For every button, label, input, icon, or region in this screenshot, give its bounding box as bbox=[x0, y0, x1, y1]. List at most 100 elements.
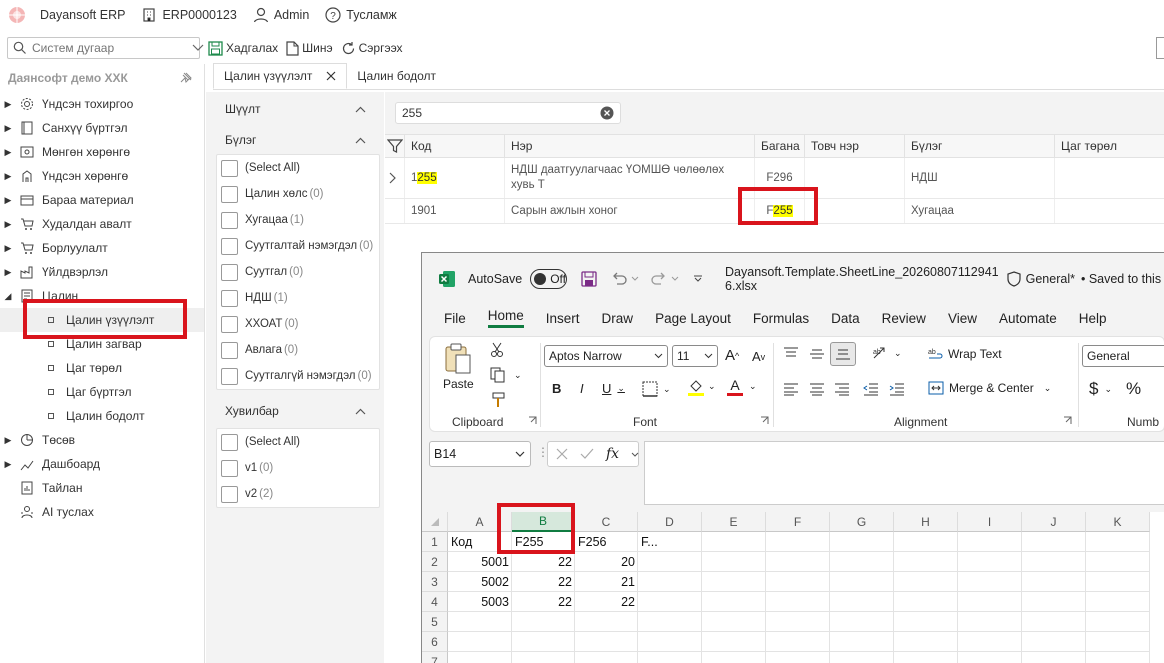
column-header-name[interactable]: Нэр bbox=[504, 135, 754, 157]
tab-salary-calculation[interactable]: Цалин бодолт bbox=[347, 63, 446, 89]
refresh-button[interactable]: Сэргээх bbox=[341, 41, 403, 56]
format-painter-icon[interactable] bbox=[490, 392, 506, 408]
filter-funnel-icon[interactable] bbox=[387, 138, 403, 154]
cell[interactable] bbox=[1086, 652, 1150, 663]
cell[interactable] bbox=[830, 612, 894, 632]
expand-arrow-icon[interactable]: ▶ bbox=[0, 219, 16, 230]
cell-value[interactable]: 22 bbox=[512, 552, 575, 572]
cell[interactable] bbox=[766, 632, 830, 652]
column-header-J[interactable]: J bbox=[1022, 512, 1086, 532]
cell[interactable] bbox=[1086, 552, 1150, 572]
chevron-down-icon[interactable] bbox=[631, 452, 639, 457]
grid-search-box[interactable]: 255 bbox=[395, 102, 621, 124]
column-header-group[interactable]: Бүлэг bbox=[904, 135, 1054, 157]
cell[interactable] bbox=[894, 532, 958, 552]
search-input[interactable] bbox=[32, 41, 187, 55]
cell-value[interactable]: 21 bbox=[575, 572, 638, 592]
number-format-dropdown[interactable]: General bbox=[1082, 345, 1164, 367]
sidebar-item-4[interactable]: ▶ Бараа материал bbox=[0, 188, 204, 212]
expand-arrow-icon[interactable]: ▶ bbox=[0, 435, 16, 446]
column-header-time-type[interactable]: Цаг төрөл bbox=[1054, 135, 1164, 157]
font-color-button[interactable]: A bbox=[727, 377, 743, 396]
checkbox[interactable] bbox=[221, 237, 238, 255]
row-header-1[interactable]: 1 bbox=[422, 532, 448, 552]
expand-arrow-icon[interactable]: ▶ bbox=[0, 147, 16, 158]
checkbox[interactable] bbox=[221, 263, 238, 281]
cell[interactable] bbox=[894, 632, 958, 652]
cell[interactable] bbox=[1022, 592, 1086, 612]
sidebar-item-3[interactable]: ▶ Үндсэн хөрөнгө bbox=[0, 164, 204, 188]
cancel-icon[interactable] bbox=[556, 448, 568, 460]
expand-arrow-icon[interactable]: ▶ bbox=[0, 243, 16, 254]
increase-indent-icon[interactable] bbox=[889, 382, 905, 396]
cell[interactable] bbox=[830, 572, 894, 592]
cell[interactable] bbox=[638, 632, 702, 652]
chevron-down-icon[interactable]: ⌄ bbox=[708, 381, 716, 392]
menu-view[interactable]: View bbox=[948, 311, 977, 326]
chevron-right-icon[interactable] bbox=[389, 172, 397, 184]
cell[interactable] bbox=[448, 612, 512, 632]
cell[interactable] bbox=[830, 632, 894, 652]
cell[interactable] bbox=[638, 652, 702, 663]
menu-page-layout[interactable]: Page Layout bbox=[655, 311, 731, 326]
chevron-down-icon[interactable] bbox=[192, 44, 204, 52]
cell[interactable] bbox=[575, 612, 638, 632]
name-box[interactable]: B14 bbox=[429, 441, 531, 467]
cell[interactable] bbox=[1086, 592, 1150, 612]
expand-arrow-icon[interactable]: ◢ bbox=[0, 291, 16, 302]
filter-option[interactable]: Авлага (0) bbox=[217, 337, 379, 363]
filter-option[interactable]: Суутгал (0) bbox=[217, 259, 379, 285]
filter-option[interactable]: Хугацаа (1) bbox=[217, 207, 379, 233]
sensitivity-label[interactable]: General* bbox=[1026, 272, 1075, 286]
column-header-C[interactable]: C bbox=[575, 512, 638, 532]
cell[interactable] bbox=[512, 632, 575, 652]
sidebar-bottom-item-1[interactable]: ▶ Дашбоард bbox=[0, 452, 204, 476]
row-header-7[interactable]: 7 bbox=[422, 652, 448, 663]
cell[interactable] bbox=[894, 552, 958, 572]
chevron-down-icon[interactable] bbox=[671, 276, 679, 282]
checkbox[interactable] bbox=[221, 211, 238, 229]
version-filter-header[interactable]: Хувилбар bbox=[206, 394, 384, 428]
cell[interactable] bbox=[1086, 632, 1150, 652]
sidebar-item-7[interactable]: ▶ Үйлдвэрлэл bbox=[0, 260, 204, 284]
dialog-launcher-icon[interactable] bbox=[528, 416, 537, 425]
menu-help[interactable]: Help bbox=[1079, 311, 1107, 326]
sidebar-item-5[interactable]: ▶ Худалдан авалт bbox=[0, 212, 204, 236]
close-icon[interactable] bbox=[326, 71, 336, 81]
menu-formulas[interactable]: Formulas bbox=[753, 311, 809, 326]
chevron-down-icon[interactable]: ⌄ bbox=[749, 381, 757, 392]
cell[interactable] bbox=[1022, 552, 1086, 572]
cell[interactable] bbox=[830, 592, 894, 612]
sidebar-item-6[interactable]: ▶ Борлуулалт bbox=[0, 236, 204, 260]
pin-icon[interactable] bbox=[180, 72, 192, 84]
cell-value[interactable]: 5001 bbox=[448, 552, 512, 572]
chevron-up-icon[interactable] bbox=[355, 137, 366, 144]
chevron-down-icon[interactable]: ⌄ bbox=[617, 383, 625, 394]
undo-icon[interactable] bbox=[611, 272, 627, 286]
cell[interactable] bbox=[1022, 652, 1086, 663]
column-header-H[interactable]: H bbox=[894, 512, 958, 532]
tab-salary-indicator[interactable]: Цалин үзүүлэлт bbox=[213, 63, 348, 89]
company-selector[interactable]: ERP0000123 bbox=[141, 7, 237, 23]
checkbox[interactable] bbox=[221, 459, 238, 477]
cell-value[interactable]: 22 bbox=[512, 572, 575, 592]
sidebar-subitem-2[interactable]: Цаг төрөл bbox=[0, 356, 204, 380]
cell[interactable] bbox=[1086, 572, 1150, 592]
column-header-G[interactable]: G bbox=[830, 512, 894, 532]
paste-button[interactable]: Paste bbox=[443, 343, 474, 391]
cell[interactable] bbox=[766, 552, 830, 572]
menu-data[interactable]: Data bbox=[831, 311, 860, 326]
align-top-icon[interactable] bbox=[783, 347, 799, 361]
autosave-toggle[interactable]: Off bbox=[530, 269, 568, 289]
italic-button[interactable]: I bbox=[580, 381, 584, 396]
sidebar-bottom-item-2[interactable]: Тайлан bbox=[0, 476, 204, 500]
cell[interactable] bbox=[830, 552, 894, 572]
currency-button[interactable]: $ ⌄ bbox=[1089, 379, 1112, 399]
expand-arrow-icon[interactable]: ▶ bbox=[0, 459, 16, 470]
expand-arrow-icon[interactable]: ▶ bbox=[0, 99, 16, 110]
checkbox[interactable] bbox=[221, 367, 238, 385]
cell[interactable] bbox=[1022, 532, 1086, 552]
copy-icon[interactable]: ⌄ bbox=[490, 367, 522, 383]
align-bottom-icon[interactable] bbox=[830, 342, 856, 366]
row-header-4[interactable]: 4 bbox=[422, 592, 448, 612]
